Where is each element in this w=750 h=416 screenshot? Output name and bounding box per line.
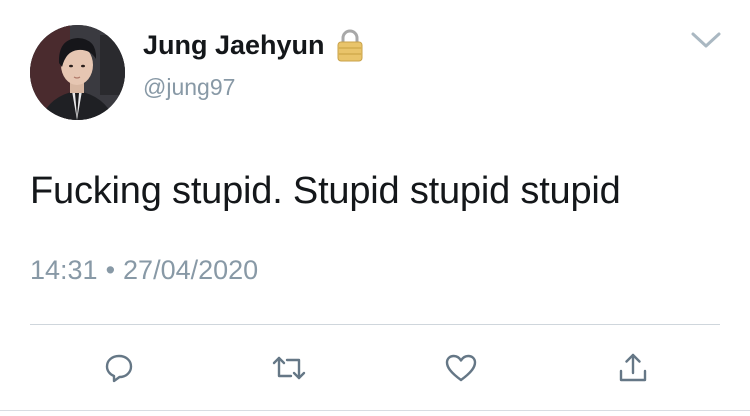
- like-button[interactable]: [438, 345, 484, 391]
- bottom-divider: [0, 410, 750, 411]
- display-name[interactable]: Jung Jaehyun: [143, 30, 325, 61]
- share-icon: [617, 351, 649, 385]
- user-display-name-row[interactable]: Jung Jaehyun: [143, 27, 365, 63]
- tweet-date: 27/04/2020: [123, 255, 259, 285]
- divider: [30, 324, 720, 325]
- tweet-time: 14:31: [30, 255, 98, 285]
- tweet-text: Fucking stupid. Stupid stupid stupid: [30, 170, 621, 212]
- tweet-card: Jung Jaehyun @jung97 Fucking stupid. Stu…: [0, 0, 750, 416]
- avatar[interactable]: [30, 25, 125, 120]
- retweet-button[interactable]: [266, 345, 312, 391]
- meta-separator: •: [105, 255, 116, 285]
- heart-icon: [444, 352, 478, 384]
- chevron-down-icon[interactable]: [689, 29, 723, 51]
- tweet-timestamp[interactable]: 14:31 • 27/04/2020: [30, 255, 258, 286]
- reply-button[interactable]: [96, 345, 142, 391]
- reply-icon: [103, 352, 135, 384]
- user-handle[interactable]: @jung97: [143, 74, 235, 101]
- tweet-actions: [0, 345, 750, 395]
- share-button[interactable]: [610, 345, 656, 391]
- lock-icon: [335, 27, 365, 63]
- retweet-icon: [271, 352, 307, 384]
